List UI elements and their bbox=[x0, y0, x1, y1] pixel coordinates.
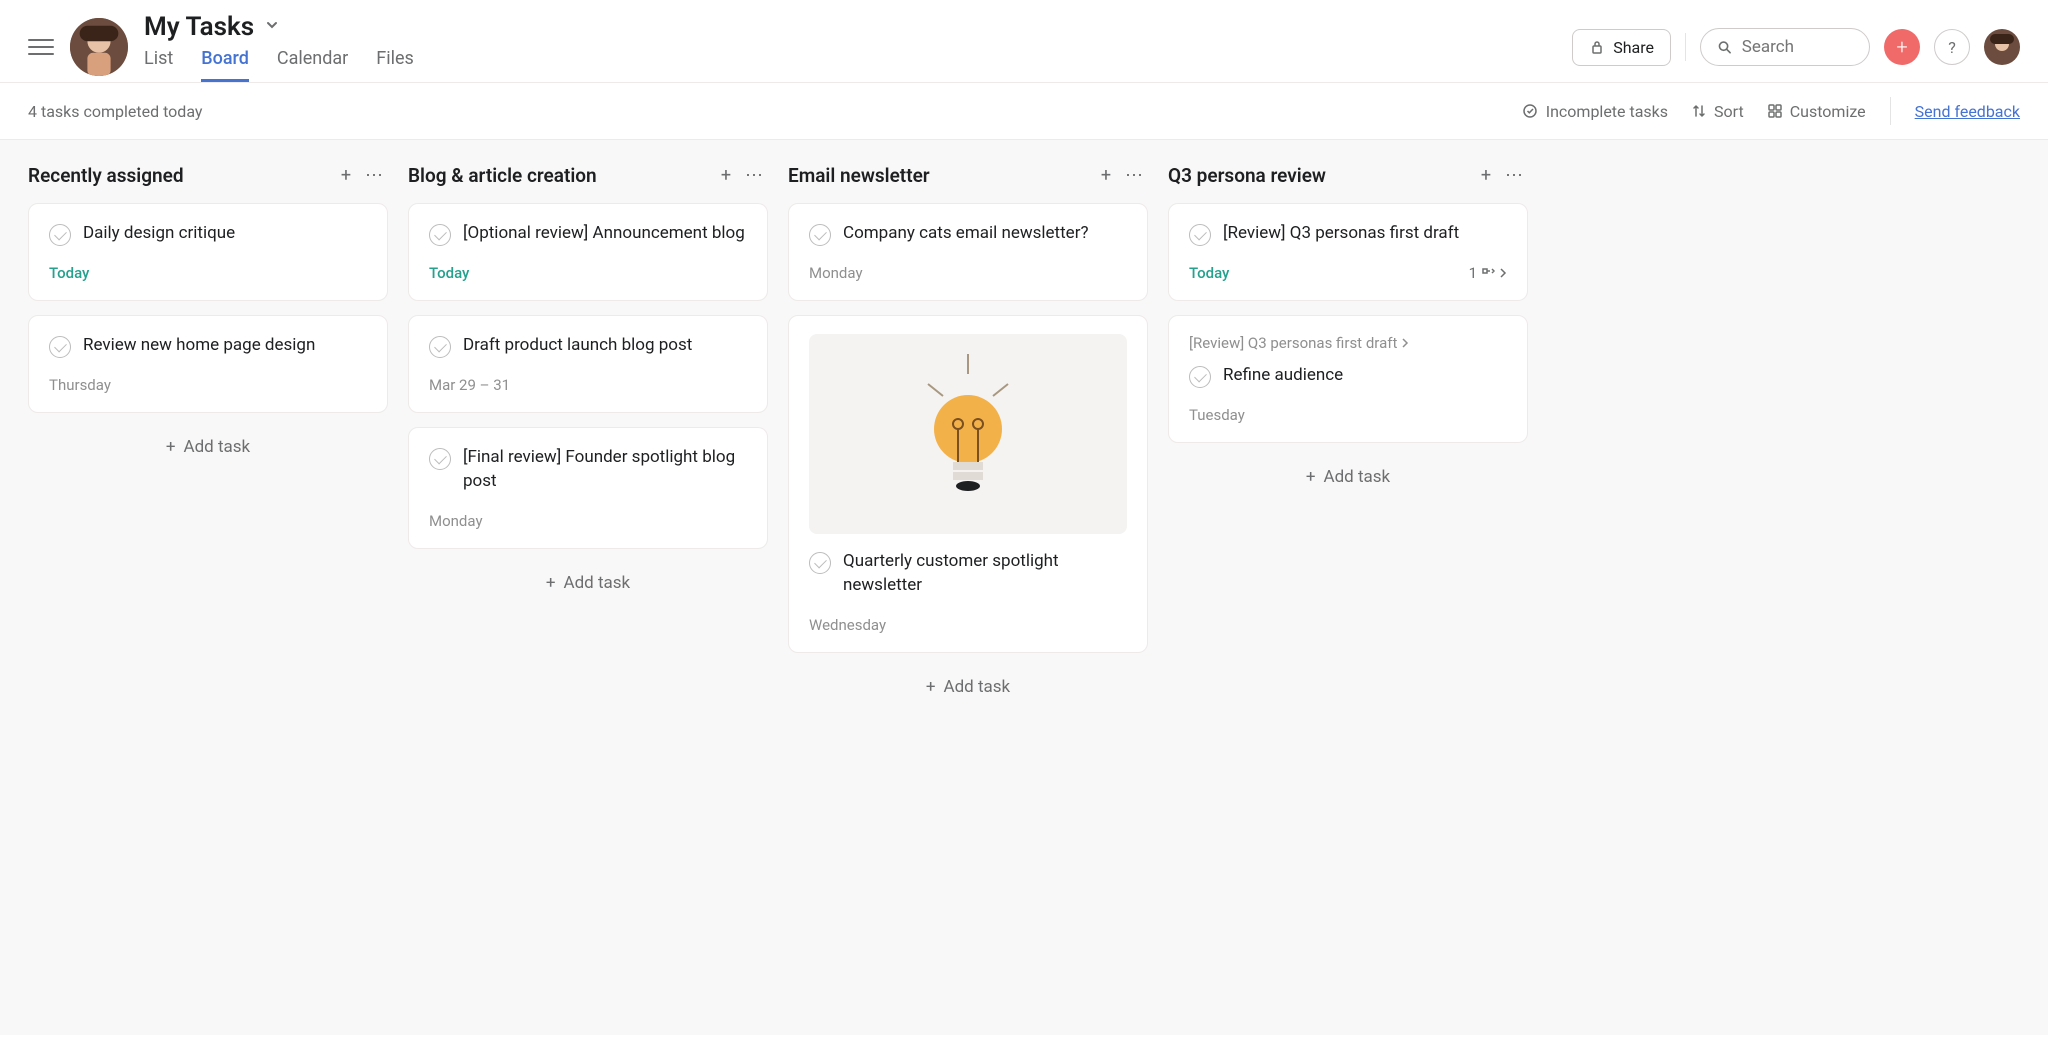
task-title: Daily design critique bbox=[83, 222, 235, 246]
lock-icon bbox=[1589, 39, 1605, 55]
search-icon bbox=[1717, 38, 1732, 56]
column-more-button[interactable]: ⋯ bbox=[740, 165, 768, 186]
due-date: Mar 29 – 31 bbox=[429, 376, 510, 394]
task-title: Refine audience bbox=[1223, 364, 1343, 388]
parent-task-link[interactable]: [Review] Q3 personas first draft bbox=[1189, 334, 1507, 352]
column-title[interactable]: Recently assigned bbox=[28, 164, 332, 187]
user-avatar[interactable] bbox=[1984, 29, 2020, 65]
complete-toggle[interactable] bbox=[809, 224, 831, 246]
tab-list[interactable]: List bbox=[144, 48, 173, 82]
due-date: Monday bbox=[429, 512, 483, 530]
column-title[interactable]: Q3 persona review bbox=[1168, 164, 1472, 187]
add-task-button[interactable]: + Add task bbox=[408, 563, 768, 603]
task-title: Quarterly customer spotlight newsletter bbox=[843, 550, 1127, 598]
task-title: [Optional review] Announcement blog bbox=[463, 222, 745, 246]
task-card[interactable]: Review new home page design Thursday bbox=[28, 315, 388, 413]
task-title: [Review] Q3 personas first draft bbox=[1223, 222, 1459, 246]
search-input[interactable] bbox=[1742, 37, 1853, 57]
divider bbox=[1890, 97, 1891, 125]
send-feedback-link[interactable]: Send feedback bbox=[1915, 102, 2020, 121]
divider bbox=[1685, 33, 1686, 61]
tab-files[interactable]: Files bbox=[376, 48, 414, 82]
tab-calendar[interactable]: Calendar bbox=[277, 48, 348, 82]
task-card[interactable]: Quarterly customer spotlight newsletter … bbox=[788, 315, 1148, 653]
due-date: Today bbox=[429, 264, 469, 282]
project-avatar[interactable] bbox=[70, 18, 128, 76]
task-card[interactable]: [Review] Q3 personas first draft Today 1 bbox=[1168, 203, 1528, 301]
column-add-button[interactable]: + bbox=[332, 165, 360, 186]
chevron-down-icon[interactable] bbox=[264, 17, 280, 37]
column-title[interactable]: Email newsletter bbox=[788, 164, 1092, 187]
chevron-right-icon bbox=[1401, 338, 1409, 348]
due-date: Thursday bbox=[49, 376, 111, 394]
task-cover-image bbox=[809, 334, 1127, 534]
task-title: Draft product launch blog post bbox=[463, 334, 692, 358]
subtask-indicator: 1 bbox=[1469, 264, 1507, 282]
task-title: Company cats email newsletter? bbox=[843, 222, 1089, 246]
column-q3-persona: Q3 persona review + ⋯ [Review] Q3 person… bbox=[1168, 164, 1528, 497]
task-card[interactable]: [Review] Q3 personas first draft Refine … bbox=[1168, 315, 1528, 443]
column-more-button[interactable]: ⋯ bbox=[360, 165, 388, 186]
complete-toggle[interactable] bbox=[809, 552, 831, 574]
completed-status: 4 tasks completed today bbox=[28, 102, 202, 121]
due-date: Wednesday bbox=[809, 616, 886, 634]
tab-board[interactable]: Board bbox=[201, 48, 249, 82]
complete-toggle[interactable] bbox=[49, 336, 71, 358]
column-add-button[interactable]: + bbox=[1092, 165, 1120, 186]
filter-incomplete[interactable]: Incomplete tasks bbox=[1522, 102, 1668, 121]
due-date: Today bbox=[1189, 264, 1229, 282]
column-title[interactable]: Blog & article creation bbox=[408, 164, 712, 187]
help-button[interactable]: ? bbox=[1934, 29, 1970, 65]
due-date: Today bbox=[49, 264, 89, 282]
add-task-button[interactable]: + Add task bbox=[1168, 457, 1528, 497]
task-card[interactable]: [Optional review] Announcement blog Toda… bbox=[408, 203, 768, 301]
share-label: Share bbox=[1613, 38, 1654, 57]
complete-toggle[interactable] bbox=[429, 224, 451, 246]
global-add-button[interactable]: + bbox=[1884, 29, 1920, 65]
column-add-button[interactable]: + bbox=[712, 165, 740, 186]
column-blog-article: Blog & article creation + ⋯ [Optional re… bbox=[408, 164, 768, 603]
sort-icon bbox=[1692, 104, 1706, 118]
column-add-button[interactable]: + bbox=[1472, 165, 1500, 186]
add-task-button[interactable]: + Add task bbox=[28, 427, 388, 467]
page-title: My Tasks bbox=[144, 12, 254, 42]
complete-toggle[interactable] bbox=[1189, 224, 1211, 246]
share-button[interactable]: Share bbox=[1572, 29, 1671, 66]
board-view: Recently assigned + ⋯ Daily design criti… bbox=[0, 140, 2048, 1035]
plus-icon: + bbox=[1306, 467, 1316, 487]
due-date: Tuesday bbox=[1189, 406, 1245, 424]
plus-icon: + bbox=[166, 437, 176, 457]
complete-toggle[interactable] bbox=[49, 224, 71, 246]
subtask-icon bbox=[1481, 266, 1495, 280]
grid-icon bbox=[1768, 104, 1782, 118]
add-task-button[interactable]: + Add task bbox=[788, 667, 1148, 707]
column-email-newsletter: Email newsletter + ⋯ Company cats email … bbox=[788, 164, 1148, 707]
check-circle-icon bbox=[1522, 103, 1538, 119]
column-more-button[interactable]: ⋯ bbox=[1500, 165, 1528, 186]
task-title: Review new home page design bbox=[83, 334, 315, 358]
view-tabs: List Board Calendar Files bbox=[144, 48, 414, 82]
task-card[interactable]: Draft product launch blog post Mar 29 – … bbox=[408, 315, 768, 413]
complete-toggle[interactable] bbox=[1189, 366, 1211, 388]
search-box[interactable] bbox=[1700, 28, 1870, 66]
task-title: [Final review] Founder spotlight blog po… bbox=[463, 446, 747, 494]
chevron-right-icon bbox=[1499, 268, 1507, 278]
task-card[interactable]: Daily design critique Today bbox=[28, 203, 388, 301]
column-more-button[interactable]: ⋯ bbox=[1120, 165, 1148, 186]
plus-icon: + bbox=[546, 573, 556, 593]
task-card[interactable]: [Final review] Founder spotlight blog po… bbox=[408, 427, 768, 549]
column-recently-assigned: Recently assigned + ⋯ Daily design criti… bbox=[28, 164, 388, 467]
due-date: Monday bbox=[809, 264, 863, 282]
customize-button[interactable]: Customize bbox=[1768, 102, 1866, 121]
menu-toggle[interactable] bbox=[28, 34, 54, 60]
plus-icon: + bbox=[926, 677, 936, 697]
complete-toggle[interactable] bbox=[429, 448, 451, 470]
task-card[interactable]: Company cats email newsletter? Monday bbox=[788, 203, 1148, 301]
complete-toggle[interactable] bbox=[429, 336, 451, 358]
sort-button[interactable]: Sort bbox=[1692, 102, 1744, 121]
